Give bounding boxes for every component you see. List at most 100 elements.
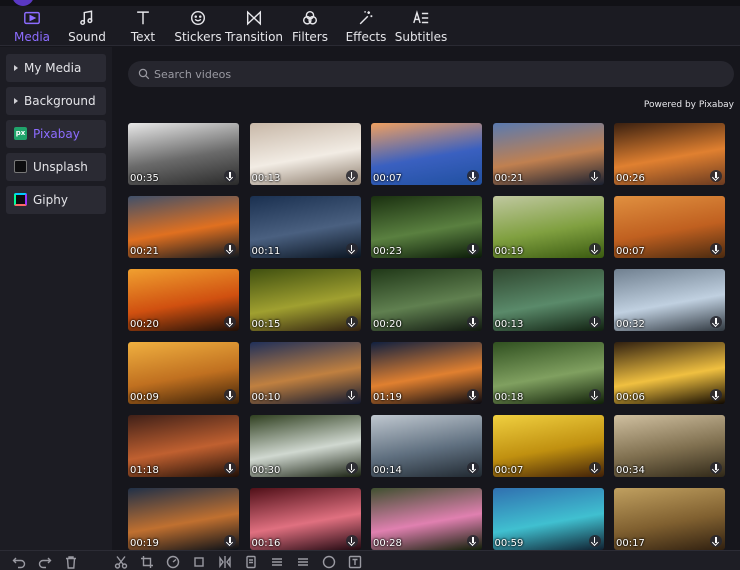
redo-icon[interactable]: [38, 554, 52, 569]
download-icon[interactable]: [467, 389, 479, 401]
download-icon[interactable]: [224, 243, 236, 255]
sidebar-item-background[interactable]: Background: [6, 87, 106, 115]
video-duration: 00:32: [616, 319, 645, 330]
download-icon[interactable]: [224, 170, 236, 182]
video-thumbnail[interactable]: 00:34: [614, 415, 725, 477]
text-edit-icon[interactable]: [244, 554, 258, 569]
video-duration: 00:07: [373, 173, 402, 184]
sidebar-item-pixabay[interactable]: px Pixabay: [6, 120, 106, 148]
download-icon[interactable]: [710, 170, 722, 182]
video-thumbnail[interactable]: 00:21: [492, 123, 604, 185]
search-input[interactable]: [154, 61, 714, 87]
download-icon[interactable]: [588, 462, 601, 474]
download-icon[interactable]: [224, 462, 236, 474]
download-icon[interactable]: [588, 389, 601, 401]
tab-transition[interactable]: Transition: [224, 9, 284, 45]
video-thumbnail[interactable]: 00:16: [249, 488, 361, 550]
sidebar-item-label: Giphy: [33, 193, 68, 207]
download-icon[interactable]: [710, 462, 722, 474]
video-thumbnail[interactable]: 00:10: [249, 342, 361, 404]
video-thumbnail[interactable]: 00:09: [128, 342, 239, 404]
crop-icon[interactable]: [140, 554, 154, 568]
video-thumbnail[interactable]: 00:13: [249, 123, 361, 185]
download-icon[interactable]: [710, 389, 722, 401]
video-thumbnail[interactable]: 00:20: [371, 269, 482, 331]
video-thumbnail[interactable]: 00:13: [492, 269, 604, 331]
download-icon[interactable]: [224, 316, 236, 328]
download-icon[interactable]: [710, 316, 722, 328]
video-duration: 00:23: [373, 246, 402, 257]
download-icon[interactable]: [710, 243, 722, 255]
sidebar-item-giphy[interactable]: Giphy: [6, 186, 106, 214]
tab-stickers[interactable]: Stickers: [168, 9, 228, 45]
download-icon[interactable]: [467, 535, 479, 547]
video-duration: 00:18: [494, 392, 524, 403]
video-duration: 00:13: [494, 319, 524, 330]
download-icon[interactable]: [588, 170, 601, 182]
video-thumbnail[interactable]: 01:19: [371, 342, 482, 404]
video-thumbnail[interactable]: 00:19: [492, 196, 604, 258]
download-icon[interactable]: [467, 170, 479, 182]
download-icon[interactable]: [467, 462, 479, 474]
video-thumbnail[interactable]: 00:35: [128, 123, 239, 185]
download-icon[interactable]: [588, 243, 601, 255]
video-duration: 00:26: [616, 173, 645, 184]
sidebar-item-label: My Media: [24, 61, 82, 75]
layers-icon[interactable]: [296, 554, 310, 568]
speed-icon[interactable]: [166, 554, 180, 569]
caret-right-icon: [14, 64, 18, 71]
video-thumbnail[interactable]: 00:07: [614, 196, 725, 258]
split-icon[interactable]: [114, 554, 128, 569]
sidebar-item-unsplash[interactable]: Unsplash: [6, 153, 106, 181]
search-bar[interactable]: [128, 61, 734, 87]
video-thumbnail[interactable]: 00:28: [371, 488, 482, 550]
tab-filters[interactable]: Filters: [280, 9, 340, 45]
video-thumbnail[interactable]: 01:18: [128, 415, 239, 477]
download-icon[interactable]: [345, 316, 358, 328]
tab-sound[interactable]: Sound: [57, 9, 117, 45]
flip-icon[interactable]: [218, 554, 232, 569]
download-icon[interactable]: [345, 170, 358, 182]
download-icon[interactable]: [588, 316, 601, 328]
download-icon[interactable]: [467, 243, 479, 255]
rotate-icon[interactable]: [192, 554, 206, 568]
video-duration: 00:30: [251, 465, 281, 476]
undo-icon[interactable]: [12, 554, 26, 569]
download-icon[interactable]: [224, 389, 236, 401]
video-thumbnail[interactable]: 00:19: [128, 488, 239, 550]
delete-icon[interactable]: [64, 554, 78, 569]
tab-media[interactable]: Media: [2, 9, 62, 45]
video-duration: 00:15: [251, 319, 281, 330]
video-thumbnail[interactable]: 00:17: [614, 488, 725, 550]
video-thumbnail[interactable]: 00:59: [492, 488, 604, 550]
freeze-icon[interactable]: [270, 554, 284, 568]
tab-subtitles[interactable]: Subtitles: [391, 9, 451, 45]
video-thumbnail[interactable]: 00:06: [614, 342, 725, 404]
download-icon[interactable]: [345, 243, 358, 255]
video-thumbnail[interactable]: 00:15: [249, 269, 361, 331]
tab-text[interactable]: Text: [113, 9, 173, 45]
download-icon[interactable]: [345, 535, 358, 547]
video-thumbnail[interactable]: 00:07: [492, 415, 604, 477]
download-icon[interactable]: [588, 535, 601, 547]
video-thumbnail[interactable]: 00:30: [249, 415, 361, 477]
video-thumbnail[interactable]: 00:18: [492, 342, 604, 404]
tab-filters-label: Filters: [292, 30, 328, 44]
video-thumbnail[interactable]: 00:07: [371, 123, 482, 185]
caption-icon[interactable]: [348, 554, 362, 569]
video-thumbnail[interactable]: 00:26: [614, 123, 725, 185]
video-thumbnail[interactable]: 00:11: [249, 196, 361, 258]
download-icon[interactable]: [224, 535, 236, 547]
video-thumbnail[interactable]: 00:32: [614, 269, 725, 331]
download-icon[interactable]: [345, 462, 358, 474]
video-thumbnail[interactable]: 00:20: [128, 269, 239, 331]
download-icon[interactable]: [345, 389, 358, 401]
sidebar-item-my-media[interactable]: My Media: [6, 54, 106, 82]
video-thumbnail[interactable]: 00:23: [371, 196, 482, 258]
video-thumbnail[interactable]: 00:14: [371, 415, 482, 477]
video-thumbnail[interactable]: 00:21: [128, 196, 239, 258]
download-icon[interactable]: [710, 535, 722, 547]
tab-effects[interactable]: Effects: [336, 9, 396, 45]
download-icon[interactable]: [467, 316, 479, 328]
record-icon[interactable]: [322, 554, 336, 569]
